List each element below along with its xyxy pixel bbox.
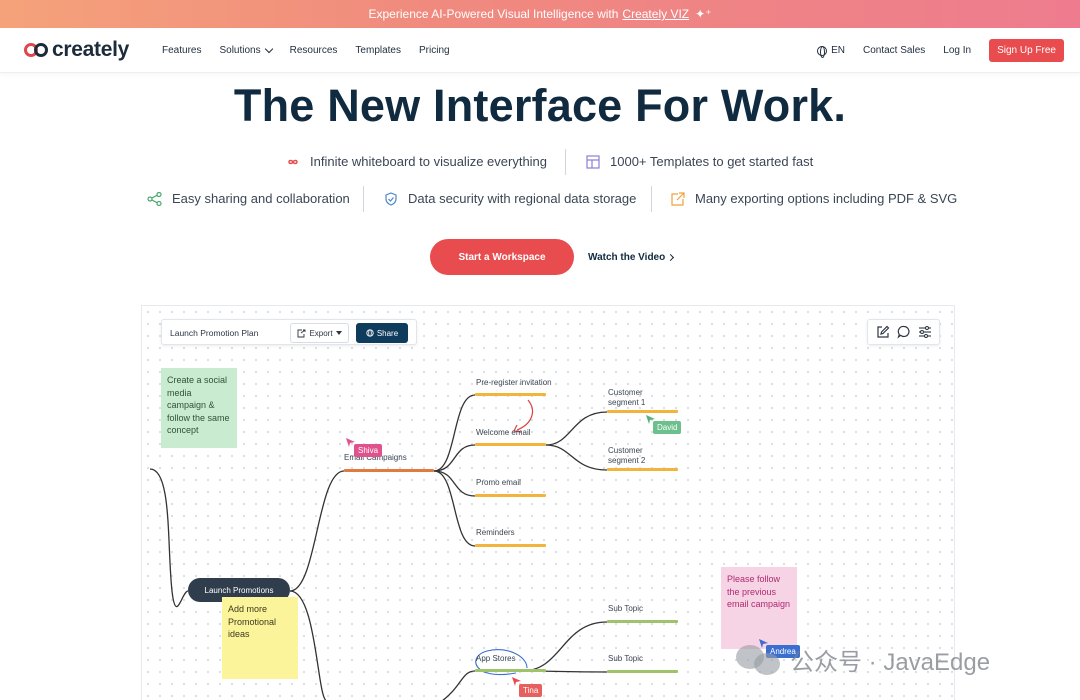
contact-sales-link[interactable]: Contact Sales	[863, 45, 925, 56]
banner-link[interactable]: Creately VIZ	[622, 7, 689, 21]
feature-text: Data security with regional data storage	[408, 191, 637, 206]
sticky-note-pink[interactable]: Please follow the previous email campaig…	[721, 567, 797, 649]
chevron-right-icon	[667, 253, 675, 262]
cursor-tag-shiva: Shiva	[354, 444, 383, 457]
nav-right: EN Contact Sales Log In Sign Up Free	[817, 28, 1064, 73]
hero-title: The New Interface For Work.	[233, 80, 847, 131]
watermark: 公众号 · JavaEdge	[736, 642, 990, 677]
sticky-note-green[interactable]: Create a social media campaign & follow …	[161, 368, 237, 448]
sticky-note-yellow[interactable]: Add more Promotional ideas	[222, 597, 298, 679]
login-link[interactable]: Log In	[943, 45, 971, 56]
node-bar	[607, 620, 678, 623]
feature-whiteboard: Infinite whiteboard to visualize everyth…	[285, 154, 547, 169]
segment-label[interactable]: Customer segment 2	[608, 446, 658, 466]
nav-templates[interactable]: Templates	[355, 45, 401, 56]
logo-mark-icon	[24, 43, 48, 57]
nav-pricing[interactable]: Pricing	[419, 45, 450, 56]
wechat-icon	[736, 644, 782, 675]
divider	[565, 149, 566, 175]
nav-solutions-label: Solutions	[219, 45, 261, 56]
node-label[interactable]: Pre-register invitation	[476, 378, 552, 387]
nav-solutions[interactable]: Solutions	[219, 44, 273, 56]
globe-icon	[817, 45, 828, 58]
node-label[interactable]: Sub Topic	[608, 604, 643, 613]
feature-sharing: Easy sharing and collaboration	[147, 191, 350, 206]
node-bar	[475, 494, 546, 497]
feature-security: Data security with regional data storage	[383, 191, 636, 206]
language-selector[interactable]: EN	[817, 45, 845, 58]
nav-features[interactable]: Features	[162, 45, 201, 56]
node-bar	[607, 670, 678, 673]
top-nav: creately Features Solutions Resources Te…	[0, 28, 1080, 73]
node-bar	[475, 393, 546, 396]
feature-text: Many exporting options including PDF & S…	[695, 191, 958, 206]
node-label[interactable]: Sub Topic	[608, 654, 643, 663]
watch-video-link[interactable]: Watch the Video	[588, 252, 675, 263]
logo-text: creately	[52, 38, 129, 61]
share-nodes-icon	[147, 191, 162, 206]
branch-bar	[344, 469, 434, 472]
creately-logo[interactable]: creately	[24, 38, 129, 62]
start-workspace-button[interactable]: Start a Workspace	[430, 239, 574, 275]
node-bar	[607, 410, 678, 413]
divider	[363, 186, 364, 212]
signup-button[interactable]: Sign Up Free	[989, 39, 1064, 62]
watch-video-label: Watch the Video	[588, 252, 666, 263]
divider	[651, 186, 652, 212]
node-label[interactable]: Reminders	[476, 528, 515, 537]
feature-text: Easy sharing and collaboration	[172, 191, 350, 206]
sparkle-icon: ✦⁺	[695, 7, 712, 21]
node-label[interactable]: Promo email	[476, 478, 521, 487]
promo-banner[interactable]: Experience AI-Powered Visual Intelligenc…	[0, 0, 1080, 28]
node-label[interactable]: App Stores	[476, 654, 516, 663]
cursor-tag-david: David	[653, 421, 682, 434]
nav-links: Features Solutions Resources Templates P…	[162, 28, 468, 73]
feature-export: Many exporting options including PDF & S…	[670, 191, 957, 206]
nav-resources[interactable]: Resources	[290, 45, 338, 56]
node-label[interactable]: Welcome email	[476, 428, 531, 437]
node-bar	[475, 443, 546, 446]
infinity-icon	[288, 159, 298, 164]
feature-templates: 1000+ Templates to get started fast	[585, 154, 813, 169]
cursor-tag-tina: Tina	[519, 684, 543, 697]
segment-label[interactable]: Customer segment 1	[608, 388, 658, 408]
feature-text: 1000+ Templates to get started fast	[610, 154, 814, 169]
language-label: EN	[831, 45, 845, 56]
export-icon	[671, 191, 685, 206]
feature-text: Infinite whiteboard to visualize everyth…	[310, 154, 548, 169]
node-bar	[607, 468, 678, 471]
shield-icon	[385, 191, 397, 206]
node-bar	[475, 544, 546, 547]
chevron-down-icon	[264, 44, 273, 54]
watermark-text: 公众号 · JavaEdge	[790, 649, 991, 676]
whiteboard-canvas[interactable]: Launch Promotion Plan Export Share Email…	[141, 305, 955, 700]
template-icon	[586, 154, 600, 169]
banner-text: Experience AI-Powered Visual Intelligenc…	[368, 7, 619, 21]
node-bar	[475, 669, 546, 672]
